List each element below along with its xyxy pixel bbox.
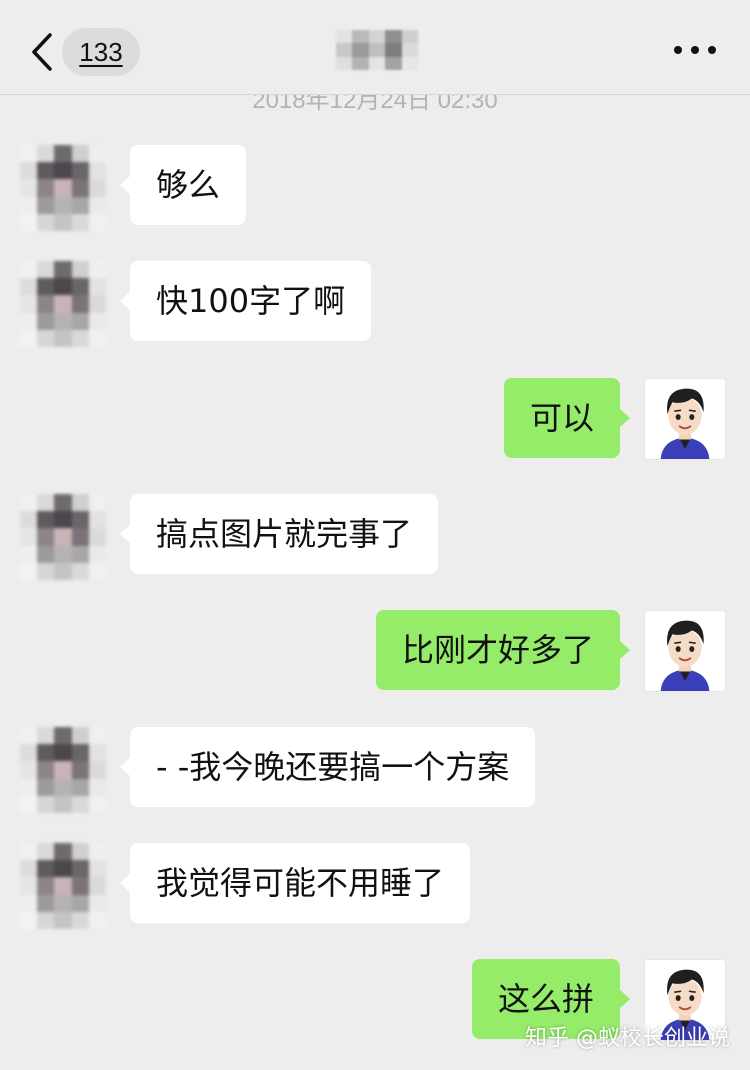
message-bubble-outgoing[interactable]: 可以 (503, 378, 631, 458)
contact-name-pixelated (336, 30, 418, 70)
watermark: 知乎 @蚁校长创业说 (525, 1026, 730, 1051)
cartoon-boy-icon (645, 379, 725, 459)
contact-avatar[interactable] (20, 727, 106, 813)
back-button[interactable]: 133 (28, 28, 140, 76)
cartoon-boy-icon (645, 611, 725, 691)
chat-header: 133 (0, 0, 750, 95)
more-options-button[interactable] (674, 30, 716, 70)
my-avatar[interactable] (644, 378, 726, 460)
contact-avatar[interactable] (20, 261, 106, 347)
message-bubble-outgoing[interactable]: 比刚才好多了 (375, 610, 631, 690)
unread-count-badge[interactable]: 133 (62, 28, 140, 76)
chevron-left-icon (32, 33, 52, 71)
contact-avatar[interactable] (20, 145, 106, 231)
ellipsis-icon (674, 46, 682, 54)
contact-avatar[interactable] (20, 843, 106, 929)
message-bubble-incoming[interactable]: 够么 (119, 145, 247, 225)
my-avatar[interactable] (644, 610, 726, 692)
message-bubble-incoming[interactable]: 我觉得可能不用睡了 (119, 843, 471, 923)
message-bubble-incoming[interactable]: - -我今晚还要搞一个方案 (119, 727, 536, 807)
contact-avatar[interactable] (20, 494, 106, 580)
message-bubble-incoming[interactable]: 快100字了啊 (119, 261, 372, 341)
message-bubble-incoming[interactable]: 搞点图片就完事了 (119, 494, 439, 574)
